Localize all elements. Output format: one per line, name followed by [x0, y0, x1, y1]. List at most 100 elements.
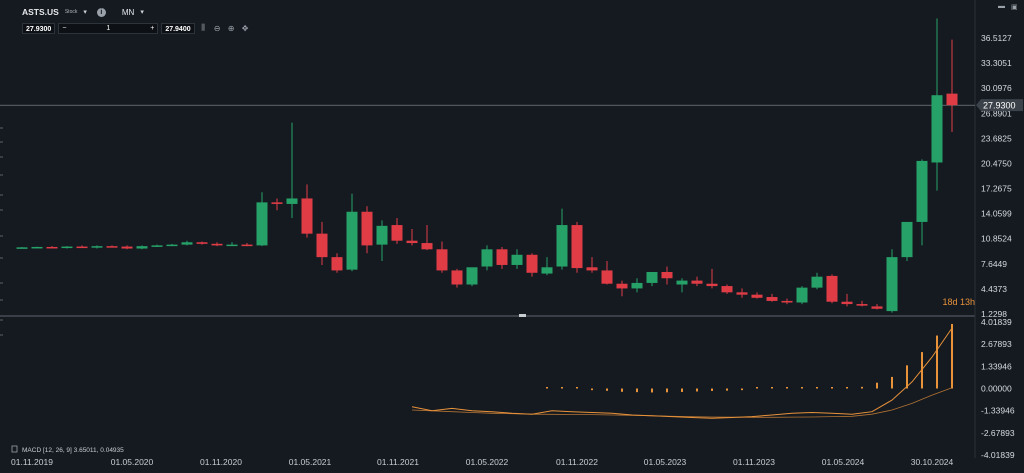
time-axis-label: 01.05.2020 [111, 457, 154, 467]
candle-body [706, 283, 718, 287]
candle-body [556, 225, 568, 267]
time-axis-label: 01.05.2022 [466, 457, 509, 467]
candle-body [196, 242, 208, 244]
candle-body [901, 221, 913, 258]
symbol-dropdown-icon[interactable]: ▾ [83, 8, 87, 16]
candle-body [796, 287, 808, 303]
crosshair-icon[interactable]: ✥ [240, 24, 251, 33]
macd-tick-label: -1.33946 [981, 406, 1015, 416]
candle-body [481, 249, 493, 267]
candle-body [211, 243, 223, 246]
symbol-type: Stock [64, 9, 78, 15]
candle-body [241, 244, 253, 247]
candle-body [946, 93, 958, 106]
candle-body [136, 246, 148, 249]
time-axis-label: 01.11.2023 [733, 457, 775, 467]
macd-tick-label: -2.67893 [981, 428, 1015, 438]
info-icon[interactable]: i [96, 7, 106, 17]
candle-body [781, 300, 793, 303]
countdown-timer: 18d 13h [942, 297, 975, 307]
candle-body [271, 202, 283, 204]
increase-button[interactable]: + [150, 25, 154, 32]
macd-tick-label: 4.01839 [981, 317, 1012, 327]
candle-body [31, 246, 43, 249]
candle-body [871, 306, 883, 309]
macd-legend: MACD [12, 26, 9] 3.65011, 0.04935 [22, 447, 124, 454]
candle-body [916, 160, 928, 222]
quantity-input[interactable] [78, 24, 139, 32]
price-tick-label: 20.4750 [981, 158, 1012, 168]
candle-body [316, 233, 328, 258]
candle-body [406, 240, 418, 244]
candle-body [166, 244, 178, 247]
candle-body [856, 304, 868, 306]
candle-body [16, 247, 28, 249]
price-tick-label: 14.0599 [981, 209, 1012, 219]
candle-body [526, 254, 538, 273]
candle-body [106, 246, 118, 248]
candle-body [376, 225, 388, 245]
candle-body [451, 270, 463, 285]
time-axis-label: 01.05.2024 [822, 457, 865, 467]
candle-body [76, 246, 88, 249]
bid-price[interactable]: 27.9300 [22, 22, 56, 34]
panel-resize-handle [519, 314, 526, 317]
candle-body [661, 271, 673, 279]
candle-body [601, 270, 613, 284]
price-chart[interactable]: 36.512733.305130.097626.890123.682520.47… [0, 0, 1024, 473]
maximize-icon[interactable]: ▣ [1011, 3, 1018, 11]
candle-body [766, 297, 778, 301]
candle-body [691, 280, 703, 284]
time-axis-label: 01.05.2023 [644, 457, 687, 467]
time-axis-label: 30.10.2024 [911, 457, 954, 467]
decrease-button[interactable]: − [62, 25, 66, 32]
candle-body [736, 292, 748, 295]
chart-bars-icon[interactable]: ⫼ [198, 23, 209, 33]
candle-body [631, 282, 643, 289]
candle-body [421, 243, 433, 250]
candle-body [751, 294, 763, 298]
candle-body [181, 242, 193, 245]
candle-body [646, 271, 658, 283]
time-axis-label: 01.11.2022 [556, 457, 598, 467]
price-tick-label: 36.5127 [981, 33, 1012, 43]
price-tick-label: 17.2675 [981, 184, 1012, 194]
candle-body [91, 246, 103, 248]
candle-body [826, 275, 838, 302]
candle-body [436, 249, 448, 271]
candle-body [496, 249, 508, 265]
zoom-in-icon[interactable]: ⊕ [226, 24, 237, 33]
candle-body [391, 225, 403, 241]
macd-tick-label: 0.00000 [981, 384, 1012, 394]
candle-body [46, 246, 58, 249]
candle-body [361, 211, 373, 246]
price-tick-label: 30.0976 [981, 83, 1012, 93]
price-tick-label: 4.4373 [981, 284, 1007, 294]
candle-body [886, 257, 898, 312]
candle-body [811, 276, 823, 288]
macd-tick-label: -4.01839 [981, 450, 1015, 460]
quantity-stepper[interactable]: − + [58, 22, 159, 34]
candle-body [286, 198, 298, 204]
price-tick-label: 7.6449 [981, 259, 1007, 269]
time-axis-label: 01.11.2019 [11, 457, 53, 467]
time-axis-label: 01.05.2021 [289, 457, 332, 467]
candle-body [301, 198, 313, 234]
candle-body [466, 267, 478, 285]
symbol-name[interactable]: ASTS.US [22, 7, 59, 17]
candle-body [931, 95, 943, 163]
zoom-out-icon[interactable]: ⊖ [212, 24, 223, 33]
candle-body [541, 267, 553, 274]
macd-tick-label: 2.67893 [981, 339, 1012, 349]
macd-tick-label: 1.33946 [981, 361, 1012, 371]
candle-body [676, 280, 688, 285]
timeframe-dropdown-icon[interactable]: ▾ [140, 8, 144, 16]
ask-price[interactable]: 27.9400 [161, 22, 195, 34]
timeframe-selector[interactable]: MN [122, 8, 134, 17]
time-axis-label: 01.11.2020 [200, 457, 242, 467]
minimize-icon[interactable]: ▬ [998, 3, 1005, 10]
candle-body [841, 301, 853, 305]
candle-body [511, 254, 523, 265]
chart-background [0, 0, 1024, 473]
price-tick-label: 33.3051 [981, 58, 1012, 68]
